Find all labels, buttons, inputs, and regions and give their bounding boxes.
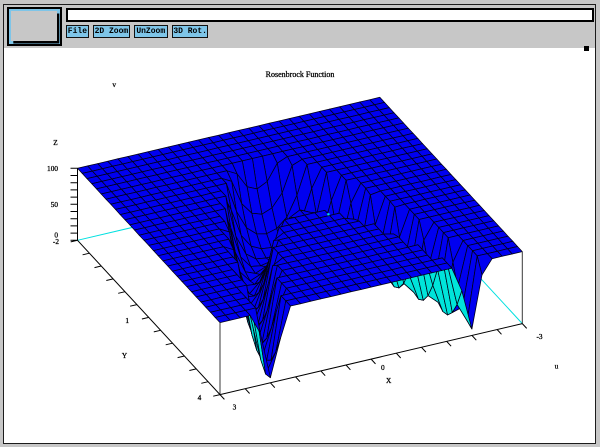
svg-text:X: X <box>386 376 392 385</box>
svg-text:100: 100 <box>47 164 58 173</box>
svg-text:1: 1 <box>125 316 129 325</box>
svg-text:50: 50 <box>51 200 59 209</box>
svg-text:u: u <box>555 361 559 370</box>
svg-text:0: 0 <box>381 363 385 372</box>
svg-text:-2: -2 <box>53 237 59 246</box>
svg-text:v: v <box>112 80 116 89</box>
svg-text:4: 4 <box>198 393 202 402</box>
svg-text:-3: -3 <box>536 332 542 341</box>
svg-text:Y: Y <box>122 351 128 360</box>
svg-text:Z: Z <box>53 138 58 147</box>
svg-text:3: 3 <box>233 402 237 411</box>
svg-text:Rosenbrock Function: Rosenbrock Function <box>266 70 335 79</box>
